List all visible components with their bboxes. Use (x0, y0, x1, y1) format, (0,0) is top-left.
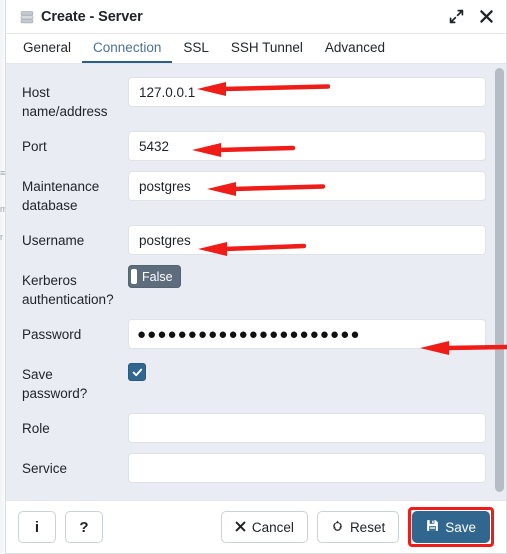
host-label: Host name/address (22, 85, 108, 119)
username-control (128, 225, 493, 255)
dialog-title: Create - Server (41, 8, 143, 25)
x-icon (235, 520, 246, 535)
tab-advanced[interactable]: Advanced (314, 34, 396, 63)
save-label: Save (445, 519, 476, 535)
save-password-control (128, 359, 493, 381)
form-row-username: Username (6, 220, 493, 260)
reset-label: Reset (349, 519, 386, 535)
toggle-knob-icon (131, 269, 137, 284)
save-button-highlight: Save (408, 507, 494, 547)
info-icon: i (34, 518, 40, 536)
save-password-checkbox[interactable] (128, 363, 146, 381)
username-input[interactable] (128, 225, 486, 255)
port-label: Port (22, 139, 47, 154)
host-control (128, 77, 493, 107)
tab-ssh-tunnel[interactable]: SSH Tunnel (220, 34, 314, 63)
reset-button[interactable]: Reset (316, 511, 400, 543)
service-input[interactable] (128, 453, 486, 483)
cancel-button[interactable]: Cancel (220, 511, 308, 543)
save-password-label: Save password? (22, 367, 88, 401)
dialog-footer: i ? Cancel Reset Save (6, 500, 506, 553)
form-scrollbar[interactable] (495, 68, 504, 500)
password-label: Password (22, 327, 82, 342)
expand-diagonal-icon[interactable] (448, 9, 464, 25)
form-scrollbar-thumb[interactable] (495, 68, 504, 492)
form-row-port: Port (6, 126, 493, 166)
maintenance-database-label: Maintenance database (22, 179, 100, 213)
password-input[interactable]: ●●●●●●●●●●●●●●●●●●●●●● (128, 319, 486, 349)
titlebar-left: Create - Server (20, 9, 448, 25)
port-control (128, 131, 493, 161)
form-row-password: Password ●●●●●●●●●●●●●●●●●●●●●● (6, 314, 493, 354)
tab-ssl[interactable]: SSL (172, 34, 220, 63)
role-label: Role (22, 421, 50, 436)
question-mark-icon: ? (79, 518, 89, 536)
kerberos-label: Kerberos authentication? (22, 273, 114, 307)
create-server-dialog: Create - Server General Connection SSL S (5, 0, 507, 554)
role-control (128, 413, 493, 443)
form-row-kerberos: Kerberos authentication? False (6, 260, 493, 314)
checkmark-icon (132, 368, 142, 376)
form-row-maintenance-database: Maintenance database (6, 166, 493, 220)
connection-form-panel: Host name/address Port Maintenance datab… (6, 64, 506, 500)
dialog-tabs: General Connection SSL SSH Tunnel Advanc… (6, 34, 506, 64)
role-input[interactable] (128, 413, 486, 443)
close-x-icon[interactable] (478, 9, 494, 25)
form-row-host: Host name/address (6, 72, 493, 126)
port-input[interactable] (128, 131, 486, 161)
tab-connection[interactable]: Connection (82, 34, 173, 63)
form-row-save-password: Save password? (6, 354, 493, 408)
username-label: Username (22, 233, 85, 248)
titlebar-actions (448, 9, 494, 25)
form-row-role: Role (6, 408, 493, 448)
host-input[interactable] (128, 77, 486, 107)
tab-general[interactable]: General (12, 34, 82, 63)
kerberos-toggle-value: False (142, 269, 173, 284)
form-row-service: Service (6, 448, 493, 488)
info-button[interactable]: i (18, 511, 56, 543)
save-button[interactable]: Save (412, 511, 490, 543)
maintenance-database-control (128, 171, 493, 201)
service-control (128, 453, 493, 483)
password-control: ●●●●●●●●●●●●●●●●●●●●●● (128, 319, 493, 349)
recycle-icon (331, 519, 344, 535)
footer-right-actions: Cancel Reset Save (220, 507, 494, 547)
footer-left-actions: i ? (18, 511, 221, 543)
dialog-titlebar: Create - Server (6, 0, 506, 34)
cancel-label: Cancel (251, 519, 294, 535)
service-label: Service (22, 461, 68, 476)
connection-form: Host name/address Port Maintenance datab… (6, 64, 493, 494)
kerberos-control: False (128, 265, 493, 289)
maintenance-database-input[interactable] (128, 171, 486, 201)
password-masked-value: ●●●●●●●●●●●●●●●●●●●●●● (137, 325, 361, 343)
kerberos-toggle[interactable]: False (128, 265, 181, 288)
server-icon (20, 10, 34, 24)
floppy-disk-icon (426, 519, 439, 535)
help-button[interactable]: ? (65, 511, 103, 543)
